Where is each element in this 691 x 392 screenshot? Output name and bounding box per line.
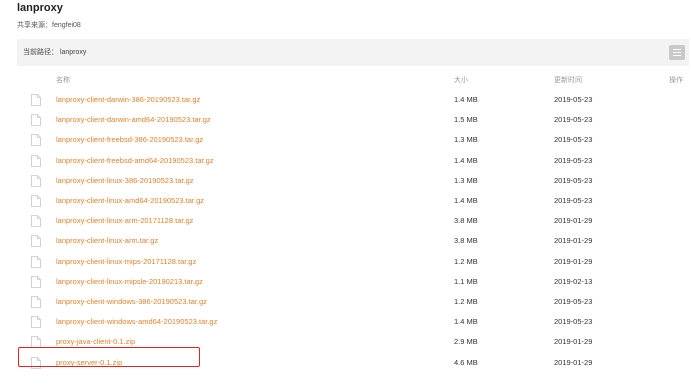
- file-name-link[interactable]: lanproxy-client-freebsd-amd64-20190523.t…: [56, 156, 214, 165]
- file-name-link[interactable]: lanproxy-client-linux-arm.tar.gz: [56, 236, 158, 245]
- file-size: 1.4 MB: [454, 196, 478, 205]
- file-name-link[interactable]: lanproxy-client-linux-mips-20171128.tar.…: [56, 257, 196, 266]
- file-row[interactable]: lanproxy-client-freebsd-amd64-20190523.t…: [17, 152, 691, 172]
- file-date: 2019-05-23: [554, 155, 593, 165]
- file-name-link[interactable]: lanproxy-client-linux-mipsle-20190213.ta…: [56, 277, 203, 286]
- current-path: 当前路径： lanproxy: [23, 49, 87, 56]
- share-source: 共享来源：fengfei08: [17, 22, 81, 29]
- highlight-box: [18, 347, 200, 367]
- file-row[interactable]: lanproxy-client-linux-mipsle-20190213.ta…: [17, 273, 691, 293]
- file-name-link[interactable]: lanproxy-client-freebsd-386-20190523.tar…: [56, 135, 203, 144]
- column-header-action: 操作: [669, 77, 683, 84]
- file-name-link[interactable]: lanproxy-client-windows-amd64-20190523.t…: [56, 317, 217, 326]
- path-bar: 当前路径： lanproxy: [17, 39, 689, 66]
- file-size: 2.9 MB: [454, 337, 478, 347]
- file-size: 1.3 MB: [454, 135, 478, 145]
- file-size: 3.8 MB: [454, 236, 478, 246]
- column-header-name[interactable]: 名称: [56, 75, 70, 85]
- file-row[interactable]: lanproxy-client-linux-mips-20171128.tar.…: [17, 253, 691, 273]
- file-icon: [31, 195, 41, 207]
- file-size: 1.4 MB: [454, 317, 478, 327]
- file-icon: [31, 114, 41, 127]
- file-icon: [31, 235, 41, 248]
- page-title: lanproxy: [17, 2, 63, 14]
- file-date: 2019-05-23: [554, 175, 593, 185]
- file-name-link[interactable]: lanproxy-client-windows-386-20190523.tar…: [56, 297, 207, 306]
- file-name-link[interactable]: lanproxy-client-darwin-386-20190523.tar.…: [56, 95, 200, 104]
- file-date: 2019-01-29: [554, 216, 593, 226]
- file-size: 3.8 MB: [454, 216, 478, 226]
- file-date: 2019-05-23: [554, 196, 593, 205]
- file-date: 2019-05-23: [554, 317, 593, 327]
- file-name-link[interactable]: lanproxy-client-linux-386-20190523.tar.g…: [56, 176, 194, 185]
- file-date: 2019-01-29: [554, 357, 593, 367]
- file-row[interactable]: lanproxy-client-darwin-amd64-20190523.ta…: [17, 111, 691, 131]
- file-icon: [31, 316, 41, 329]
- file-date: 2019-05-23: [554, 95, 593, 104]
- file-name-link[interactable]: lanproxy-client-linux-amd64-20190523.tar…: [56, 196, 204, 205]
- file-name-link[interactable]: lanproxy-client-linux-arm-20171128.tar.g…: [56, 216, 193, 225]
- menu-icon[interactable]: [669, 45, 685, 60]
- file-icon: [31, 94, 41, 106]
- file-name-link[interactable]: proxy-java-client-0.1.zip: [56, 337, 135, 346]
- file-size: 1.4 MB: [454, 155, 478, 165]
- file-row[interactable]: lanproxy-client-linux-arm.tar.gz 3.8 MB 20…: [17, 232, 691, 252]
- file-size: 1.5 MB: [454, 115, 478, 125]
- file-size: 4.6 MB: [454, 357, 478, 367]
- file-icon: [31, 215, 41, 228]
- file-name-link[interactable]: lanproxy-client-darwin-amd64-20190523.ta…: [56, 115, 211, 124]
- file-size: 1.2 MB: [454, 297, 478, 306]
- file-icon: [31, 275, 41, 288]
- file-row[interactable]: lanproxy-client-freebsd-386-20190523.tar…: [17, 131, 691, 151]
- file-row[interactable]: lanproxy-client-linux-386-20190523.tar.g…: [17, 172, 691, 192]
- file-icon: [31, 296, 41, 308]
- file-row[interactable]: lanproxy-client-darwin-386-20190523.tar.…: [17, 91, 691, 111]
- file-size: 1.4 MB: [454, 95, 478, 104]
- file-date: 2019-02-13: [554, 276, 593, 286]
- column-header-size[interactable]: 大小: [454, 75, 468, 85]
- file-icon: [31, 154, 41, 167]
- file-row[interactable]: lanproxy-client-windows-386-20190523.tar…: [17, 293, 691, 313]
- column-header-date[interactable]: 更新时间: [554, 75, 582, 85]
- file-date: 2019-01-29: [554, 256, 593, 266]
- file-date: 2019-05-23: [554, 135, 593, 145]
- file-date: 2019-05-23: [554, 115, 593, 125]
- file-row[interactable]: lanproxy-client-linux-amd64-20190523.tar…: [17, 192, 691, 212]
- file-row[interactable]: lanproxy-client-linux-arm-20171128.tar.g…: [17, 212, 691, 232]
- file-size: 1.2 MB: [454, 256, 478, 266]
- file-icon: [31, 174, 41, 187]
- file-size: 1.3 MB: [454, 175, 478, 185]
- file-date: 2019-05-23: [554, 297, 593, 306]
- file-row[interactable]: lanproxy-client-windows-amd64-20190523.t…: [17, 313, 691, 333]
- file-date: 2019-01-29: [554, 236, 593, 246]
- file-icon: [31, 255, 41, 268]
- file-size: 1.1 MB: [454, 276, 478, 286]
- file-icon: [31, 134, 41, 147]
- file-date: 2019-01-29: [554, 337, 593, 347]
